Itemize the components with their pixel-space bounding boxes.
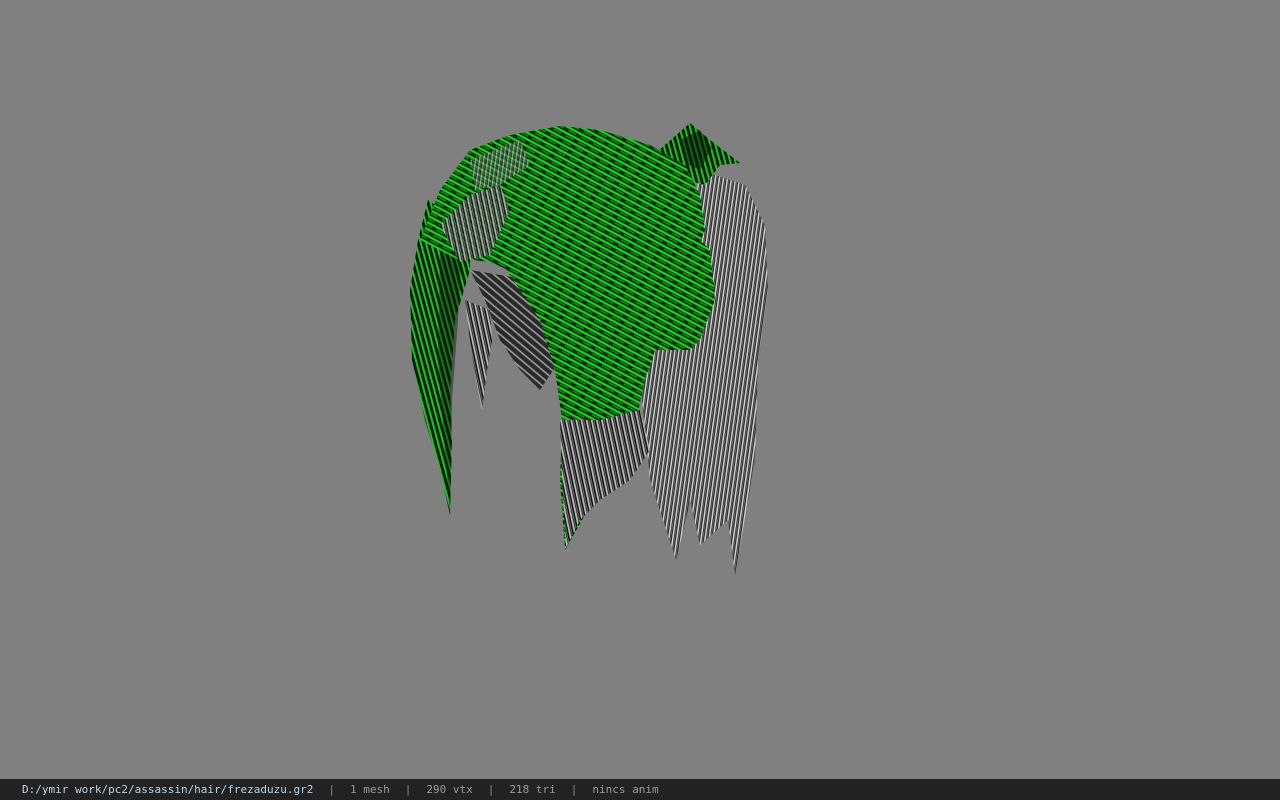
separator: |	[570, 783, 578, 796]
front-bang-under	[560, 410, 650, 548]
3d-viewport[interactable]	[0, 0, 1280, 779]
separator: |	[328, 783, 336, 796]
animation-status: nincs anim	[592, 783, 659, 796]
file-path: D:/ymir work/pc2/assassin/hair/frezaduzu…	[22, 783, 314, 796]
hair-model-render[interactable]	[0, 0, 1280, 779]
mid-strand	[465, 300, 492, 410]
mesh-count: 1 mesh	[350, 783, 390, 796]
status-bar: D:/ymir work/pc2/assassin/hair/frezaduzu…	[0, 779, 1280, 800]
separator: |	[404, 783, 412, 796]
separator: |	[487, 783, 495, 796]
vertex-count: 290 vtx	[426, 783, 473, 796]
triangle-count: 218 tri	[509, 783, 556, 796]
